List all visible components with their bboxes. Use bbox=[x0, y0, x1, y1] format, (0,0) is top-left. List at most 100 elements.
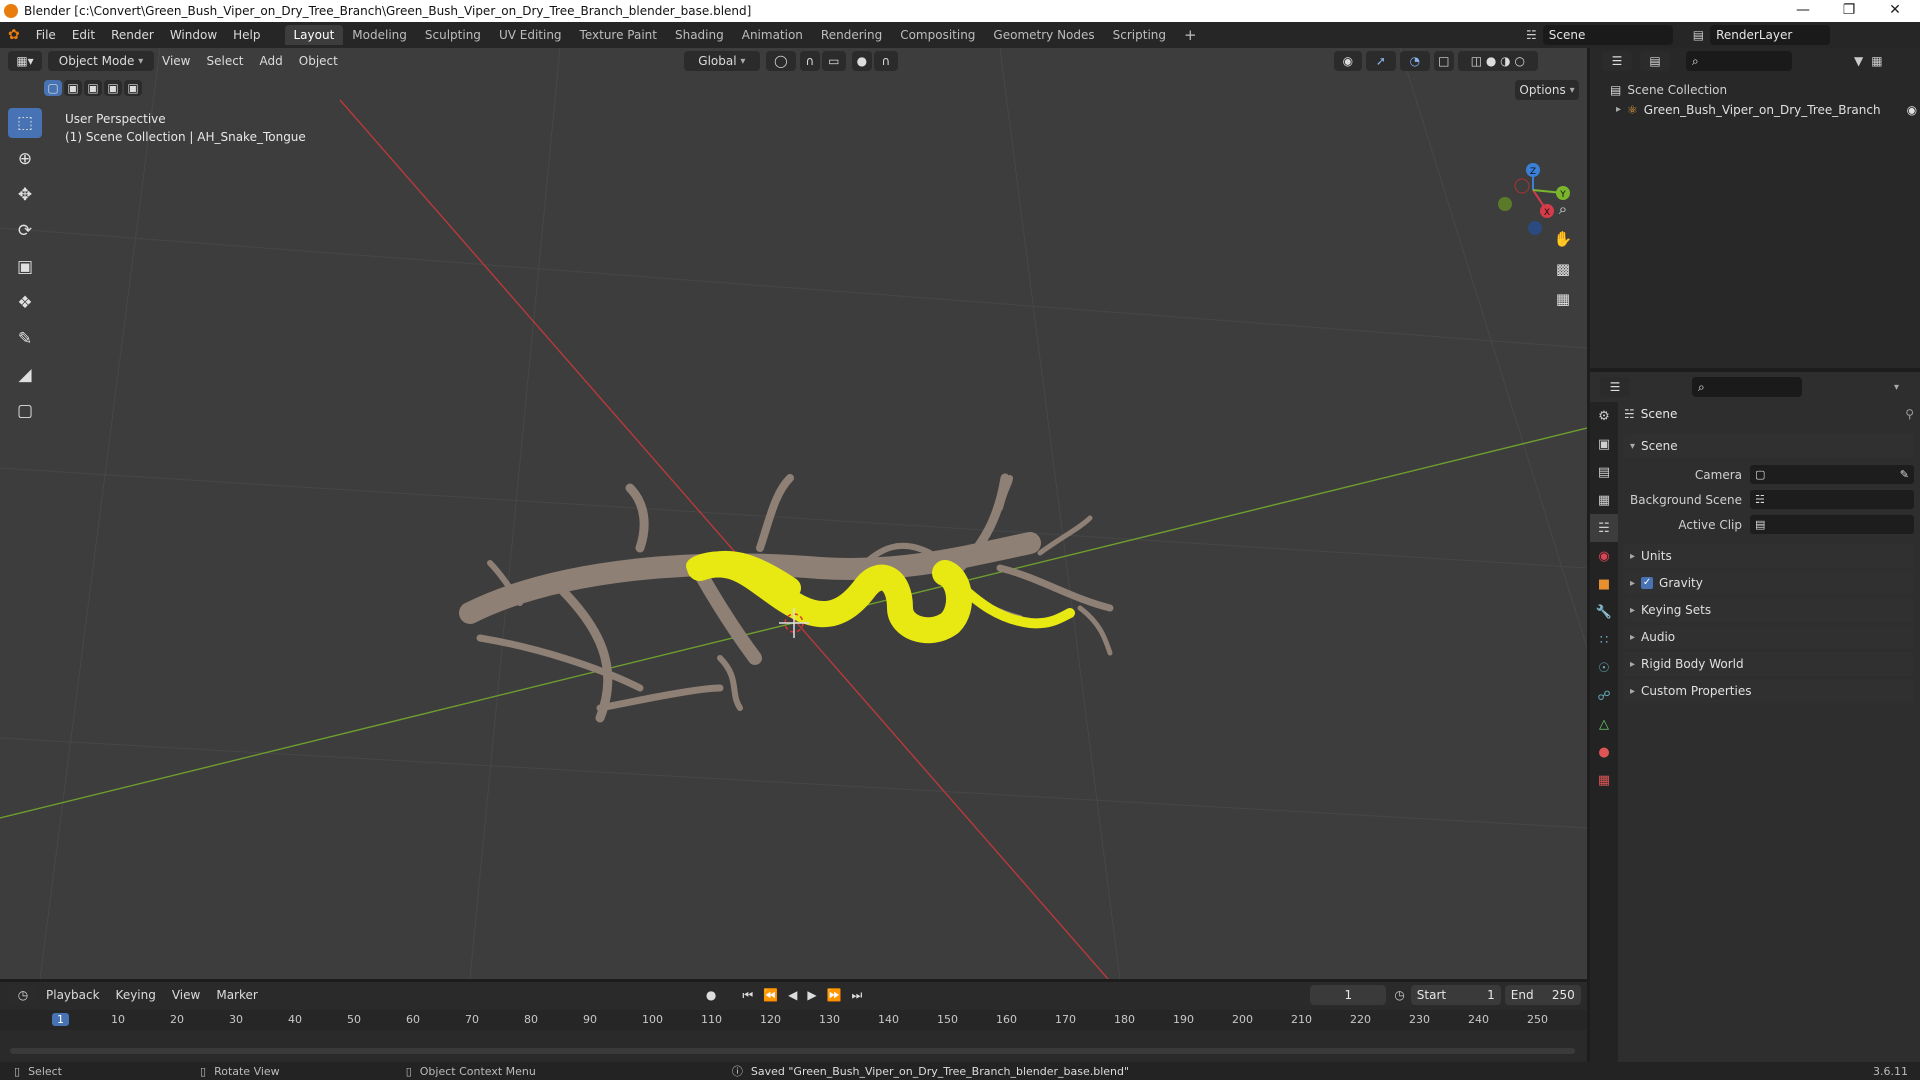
scene-selector[interactable]: Scene bbox=[1542, 25, 1673, 45]
texture-tab-icon[interactable]: ▦ bbox=[1590, 766, 1618, 794]
view-layer-icon[interactable]: ▤ bbox=[1693, 28, 1704, 42]
cursor-tool-icon[interactable]: ⊕ bbox=[8, 144, 42, 174]
tab-sculpting[interactable]: Sculpting bbox=[416, 25, 490, 45]
maximize-icon[interactable]: ❐ bbox=[1826, 0, 1872, 22]
add-cube-tool-icon[interactable]: ▢ bbox=[8, 396, 42, 426]
tab-scripting[interactable]: Scripting bbox=[1104, 25, 1175, 45]
pin-icon[interactable]: ⚲ bbox=[1905, 407, 1914, 421]
pivot-point-icon[interactable]: ◯ bbox=[765, 51, 796, 71]
properties-editor-type-icon[interactable]: ☰ bbox=[1600, 377, 1630, 397]
options-dropdown[interactable]: Options ▾ bbox=[1515, 80, 1579, 100]
scene-tab-icon[interactable]: ☵ bbox=[1590, 514, 1618, 542]
current-frame-field[interactable]: 1 bbox=[1310, 985, 1387, 1005]
menu-edit[interactable]: Edit bbox=[64, 28, 103, 42]
transform-tool-icon[interactable]: ❖ bbox=[8, 288, 42, 318]
object-tab-icon[interactable]: ■ bbox=[1590, 570, 1618, 598]
add-workspace-icon[interactable]: + bbox=[1175, 23, 1206, 47]
object-mode-dropdown[interactable]: Object Mode ▾ bbox=[48, 51, 154, 71]
tree-row-object[interactable]: ▸ ⚛ Green_Bush_Viper_on_Dry_Tree_Branch … bbox=[1610, 100, 1920, 120]
annotate-tool-icon[interactable]: ✎ bbox=[8, 324, 42, 354]
panel-units-header[interactable]: ▸ Units bbox=[1624, 544, 1914, 568]
scale-tool-icon[interactable]: ▣ bbox=[8, 252, 42, 282]
eyedropper-icon[interactable]: ✎ bbox=[1900, 468, 1909, 481]
panel-custom-properties-header[interactable]: ▸ Custom Properties bbox=[1624, 679, 1914, 703]
outliner-editor-type-icon[interactable]: ☰ bbox=[1602, 51, 1632, 71]
snap-target-icon[interactable]: ▭ bbox=[821, 51, 846, 71]
camera-view-icon[interactable]: ▩ bbox=[1551, 257, 1575, 281]
auto-keying-icon[interactable]: ● bbox=[706, 988, 716, 1002]
proportional-edit-icon[interactable]: ● bbox=[851, 51, 872, 71]
perspective-toggle-icon[interactable]: ▦ bbox=[1551, 287, 1575, 311]
minimize-icon[interactable]: — bbox=[1780, 0, 1826, 22]
menu-object[interactable]: Object bbox=[291, 54, 346, 68]
tab-uv-editing[interactable]: UV Editing bbox=[490, 25, 571, 45]
world-tab-icon[interactable]: ◉ bbox=[1590, 542, 1618, 570]
jump-start-icon[interactable]: ⏮ bbox=[742, 988, 753, 1003]
properties-options-icon[interactable]: ▾ bbox=[1894, 382, 1899, 393]
3d-viewport[interactable]: Z X Y ▦▾ Object Mode ▾ View Select Add O… bbox=[0, 48, 1587, 979]
particles-tab-icon[interactable]: ∷ bbox=[1590, 626, 1618, 654]
play-reverse-icon[interactable]: ◀ bbox=[788, 988, 797, 1002]
modifiers-tab-icon[interactable]: 🔧 bbox=[1590, 598, 1618, 626]
panel-scene-header[interactable]: ▾ Scene bbox=[1624, 434, 1914, 458]
end-frame-field[interactable]: End 250 bbox=[1504, 985, 1581, 1005]
measure-tool-icon[interactable]: ◢ bbox=[8, 360, 42, 390]
overlays-icon[interactable]: ◔ bbox=[1399, 51, 1430, 71]
select-extend-icon[interactable]: ▣ bbox=[64, 80, 82, 96]
menu-marker[interactable]: Marker bbox=[208, 988, 265, 1002]
active-clip-field[interactable]: ▤ bbox=[1750, 515, 1914, 534]
falloff-icon[interactable]: ∩ bbox=[873, 51, 898, 71]
output-tab-icon[interactable]: ▤ bbox=[1590, 458, 1618, 486]
prev-keyframe-icon[interactable]: ⏪ bbox=[763, 988, 778, 1002]
view-layer-tab-icon[interactable]: ▦ bbox=[1590, 486, 1618, 514]
constraints-tab-icon[interactable]: ☍ bbox=[1590, 682, 1618, 710]
tab-animation[interactable]: Animation bbox=[733, 25, 812, 45]
snap-icon[interactable]: ∩ bbox=[799, 51, 820, 71]
filter-icon[interactable]: ▼ bbox=[1854, 54, 1863, 68]
panel-gravity-header[interactable]: ▸ ✓ Gravity bbox=[1624, 571, 1914, 595]
tab-geometry-nodes[interactable]: Geometry Nodes bbox=[984, 25, 1103, 45]
jump-end-icon[interactable]: ⏭ bbox=[852, 988, 863, 1003]
shading-modes[interactable]: ◫ ● ◑ ○ bbox=[1457, 51, 1538, 71]
panel-rigid-body-world-header[interactable]: ▸ Rigid Body World bbox=[1624, 652, 1914, 676]
panel-keying-sets-header[interactable]: ▸ Keying Sets bbox=[1624, 598, 1914, 622]
expand-arrow-icon[interactable]: ▸ bbox=[1616, 100, 1621, 120]
menu-playback[interactable]: Playback bbox=[38, 988, 108, 1002]
select-new-icon[interactable]: ▢ bbox=[44, 80, 62, 96]
menu-keying[interactable]: Keying bbox=[108, 988, 164, 1002]
menu-add[interactable]: Add bbox=[252, 54, 291, 68]
next-keyframe-icon[interactable]: ⏩ bbox=[827, 988, 842, 1002]
blender-menu-icon[interactable]: ✿ bbox=[0, 27, 28, 43]
pan-hand-icon[interactable]: ✋ bbox=[1551, 227, 1575, 251]
menu-select[interactable]: Select bbox=[198, 54, 251, 68]
tab-rendering[interactable]: Rendering bbox=[812, 25, 891, 45]
menu-render[interactable]: Render bbox=[103, 28, 162, 42]
tab-shading[interactable]: Shading bbox=[666, 25, 733, 45]
gizmo-toggle-icon[interactable]: ➚ bbox=[1365, 51, 1396, 71]
timeline-editor-type-icon[interactable]: ◷ bbox=[8, 985, 38, 1005]
transform-orientation-dropdown[interactable]: Global ▾ bbox=[683, 51, 760, 71]
panel-audio-header[interactable]: ▸ Audio bbox=[1624, 625, 1914, 649]
outliner-search-input[interactable]: ⌕ bbox=[1686, 51, 1792, 71]
camera-field[interactable]: ▢ ✎ bbox=[1750, 465, 1914, 484]
data-tab-icon[interactable]: △ bbox=[1590, 710, 1618, 738]
render-layer-selector[interactable]: RenderLayer bbox=[1710, 25, 1831, 45]
editor-type-icon[interactable]: ▦▾ bbox=[8, 51, 42, 71]
tab-modeling[interactable]: Modeling bbox=[343, 25, 416, 45]
material-tab-icon[interactable]: ● bbox=[1590, 738, 1618, 766]
xray-icon[interactable]: □ bbox=[1433, 51, 1454, 71]
menu-window[interactable]: Window bbox=[162, 28, 225, 42]
scene-browse-icon[interactable]: ☵ bbox=[1526, 28, 1537, 42]
frame-ruler[interactable]: 1 10 20 30 40 50 60 70 80 90 100 110 120 130 140 150 160… bbox=[0, 1010, 1587, 1030]
tab-texture-paint[interactable]: Texture Paint bbox=[571, 25, 666, 45]
preview-range-icon[interactable]: ◷ bbox=[1394, 988, 1404, 1002]
select-subtract-icon[interactable]: ▣ bbox=[84, 80, 102, 96]
tab-compositing[interactable]: Compositing bbox=[891, 25, 984, 45]
menu-help[interactable]: Help bbox=[225, 28, 268, 42]
zoom-icon[interactable]: ⌕ bbox=[1551, 197, 1575, 221]
menu-file[interactable]: File bbox=[28, 28, 64, 42]
tree-row-scene-collection[interactable]: ▤ Scene Collection bbox=[1610, 80, 1920, 100]
new-collection-icon[interactable]: ▦ bbox=[1871, 54, 1882, 68]
gravity-checkbox[interactable]: ✓ bbox=[1641, 577, 1654, 589]
properties-search-input[interactable]: ⌕ bbox=[1692, 377, 1802, 397]
